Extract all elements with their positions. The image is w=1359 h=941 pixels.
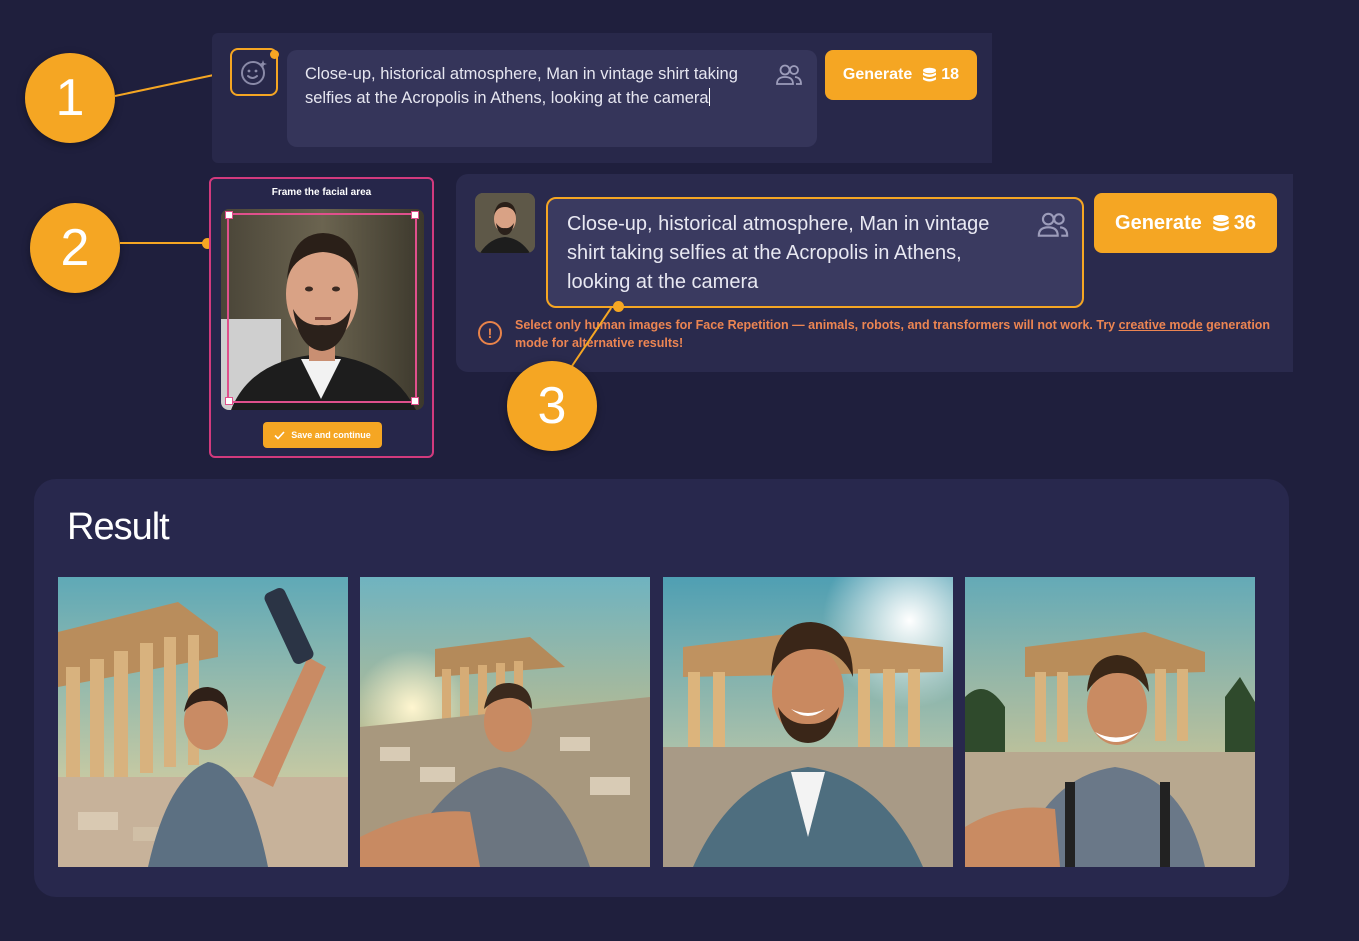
text-caret xyxy=(708,88,710,106)
result-image-3[interactable] xyxy=(663,577,953,867)
face-button-notification-dot xyxy=(270,50,279,59)
step-marker-1: 1 xyxy=(25,53,115,143)
prompt-text: Close-up, historical atmosphere, Man in … xyxy=(305,65,738,107)
credit-cost: 18 xyxy=(941,66,960,83)
step-marker-3: 3 xyxy=(507,361,597,451)
result-image-2[interactable] xyxy=(360,577,650,867)
result-title: Result xyxy=(67,506,170,548)
prompt-text: Close-up, historical atmosphere, Man in … xyxy=(567,213,990,293)
check-icon xyxy=(274,430,285,440)
coin-stack-icon xyxy=(923,67,937,82)
face-sparkle-icon xyxy=(241,60,267,85)
connector-dot-3 xyxy=(613,301,624,312)
crop-handle-top-left[interactable] xyxy=(225,211,233,219)
face-thumbnail[interactable] xyxy=(475,193,535,253)
face-repetition-warning: Select only human images for Face Repeti… xyxy=(515,318,1271,350)
connector-line-2 xyxy=(120,242,208,244)
generate-button[interactable]: Generate 36 xyxy=(1094,193,1277,253)
step-marker-2: 2 xyxy=(30,203,120,293)
credit-cost: 36 xyxy=(1233,211,1256,234)
crop-handle-bottom-right[interactable] xyxy=(411,397,419,405)
save-label: Save and continue xyxy=(291,430,371,440)
dialog-title: Frame the facial area xyxy=(271,187,372,198)
generate-label: Generate xyxy=(842,66,913,83)
people-icon[interactable] xyxy=(1036,212,1070,238)
result-image-4[interactable] xyxy=(965,577,1255,867)
generate-button[interactable]: Generate 18 xyxy=(825,50,977,100)
creative-mode-link[interactable]: creative mode xyxy=(1119,318,1203,332)
generate-label: Generate xyxy=(1115,211,1202,234)
save-and-continue-button[interactable]: Save and continue xyxy=(263,422,382,448)
result-image-1[interactable] xyxy=(58,577,348,867)
crop-selection-box[interactable] xyxy=(225,211,419,405)
coin-stack-icon xyxy=(1213,214,1229,231)
crop-handle-top-right[interactable] xyxy=(411,211,419,219)
crop-handle-bottom-left[interactable] xyxy=(225,397,233,405)
prompt-input[interactable]: Close-up, historical atmosphere, Man in … xyxy=(287,50,817,147)
warning-icon: ! xyxy=(478,321,502,345)
prompt-input-highlighted[interactable]: Close-up, historical atmosphere, Man in … xyxy=(546,197,1084,308)
people-icon[interactable] xyxy=(775,64,803,86)
